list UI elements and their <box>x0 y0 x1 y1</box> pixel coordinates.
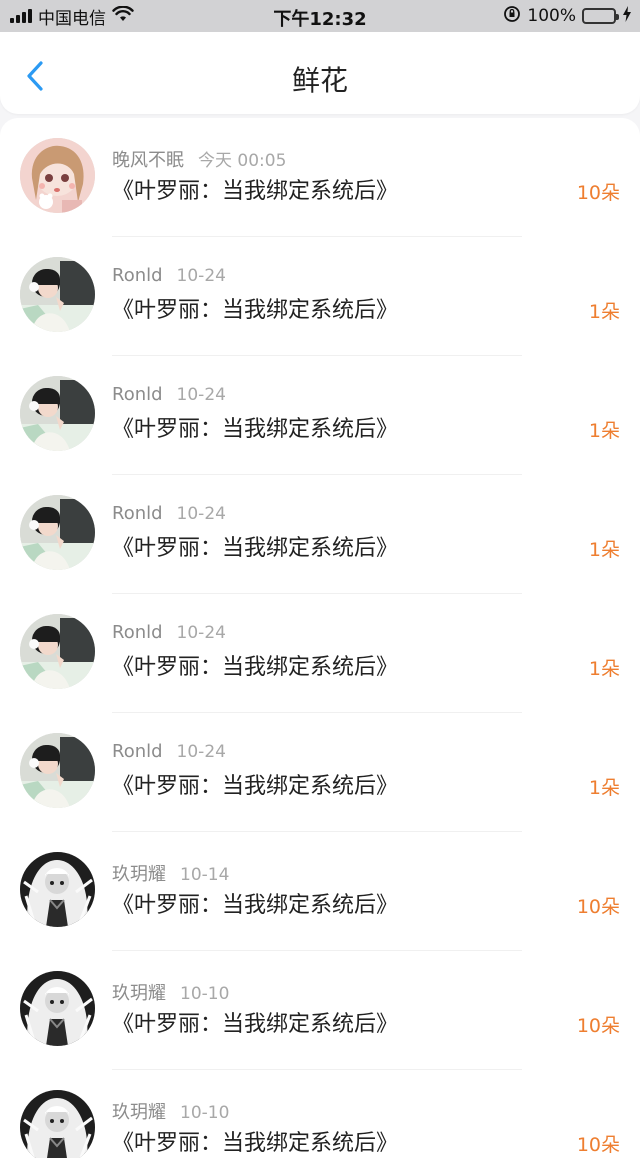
flower-amount: 1朵 <box>588 539 620 561</box>
user-name-text: Ronld <box>112 741 163 762</box>
book-title: 《叶罗丽：当我绑定系统后》 <box>112 179 399 204</box>
list-item[interactable]: 晚风不眠 今天 00:05 《叶罗丽：当我绑定系统后》 10朵 <box>0 118 640 237</box>
status-bar: 中国电信 下午12:32 100% <box>0 0 640 32</box>
avatar[interactable] <box>20 852 95 927</box>
gift-date: 10-24 <box>176 385 226 405</box>
avatar[interactable] <box>20 257 95 332</box>
gift-date: 10-14 <box>180 865 230 885</box>
book-title: 《叶罗丽：当我绑定系统后》 <box>112 1012 399 1037</box>
book-title: 《叶罗丽：当我绑定系统后》 <box>112 536 399 561</box>
user-name-text: 晚风不眠 <box>112 150 184 171</box>
user-name-text: 玖玥耀 <box>112 1102 166 1123</box>
gift-date: 10-10 <box>180 984 230 1004</box>
flower-amount: 1朵 <box>588 658 620 680</box>
user-name-text: 玖玥耀 <box>112 864 166 885</box>
list-item[interactable]: Ronld 10-24 《叶罗丽：当我绑定系统后》 1朵 <box>0 713 640 832</box>
list-item[interactable]: 玖玥耀 10-14 《叶罗丽：当我绑定系统后》 10朵 <box>0 832 640 951</box>
list-item[interactable]: 玖玥耀 10-10 《叶罗丽：当我绑定系统后》 10朵 <box>0 1070 640 1158</box>
gift-date: 10-24 <box>176 504 226 524</box>
avatar[interactable] <box>20 614 95 689</box>
avatar[interactable] <box>20 138 95 213</box>
user-name: Ronld 10-24 <box>112 503 226 524</box>
avatar[interactable] <box>20 376 95 451</box>
user-name: 玖玥耀 10-10 <box>112 979 229 1005</box>
gift-date: 10-24 <box>176 742 226 762</box>
user-name: Ronld 10-24 <box>112 265 226 286</box>
flower-amount: 1朵 <box>588 301 620 323</box>
gift-date: 今天 00:05 <box>198 151 287 171</box>
battery-icon <box>582 8 619 24</box>
charging-icon <box>622 5 632 27</box>
list-item[interactable]: Ronld 10-24 《叶罗丽：当我绑定系统后》 1朵 <box>0 594 640 713</box>
book-title: 《叶罗丽：当我绑定系统后》 <box>112 298 399 323</box>
user-name: 晚风不眠 今天 00:05 <box>112 146 286 172</box>
user-name: 玖玥耀 10-10 <box>112 1098 229 1124</box>
flower-amount: 1朵 <box>588 420 620 442</box>
list-item[interactable]: Ronld 10-24 《叶罗丽：当我绑定系统后》 1朵 <box>0 475 640 594</box>
page-title: 鲜花 <box>291 64 348 97</box>
user-name: Ronld 10-24 <box>112 384 226 405</box>
flower-amount: 10朵 <box>576 1015 620 1037</box>
gift-date: 10-24 <box>176 266 226 286</box>
book-title: 《叶罗丽：当我绑定系统后》 <box>112 655 399 680</box>
user-name-text: Ronld <box>112 503 163 524</box>
user-name: 玖玥耀 10-14 <box>112 860 229 886</box>
avatar[interactable] <box>20 495 95 570</box>
orientation-lock-icon <box>503 5 521 28</box>
gift-date: 10-24 <box>176 623 226 643</box>
book-title: 《叶罗丽：当我绑定系统后》 <box>112 893 399 918</box>
battery-percent: 100% <box>527 6 576 26</box>
list-item[interactable]: 玖玥耀 10-10 《叶罗丽：当我绑定系统后》 10朵 <box>0 951 640 1070</box>
flower-record-list: 晚风不眠 今天 00:05 《叶罗丽：当我绑定系统后》 10朵 Ronld 10-24 《叶… <box>0 118 640 1158</box>
flower-amount: 1朵 <box>588 777 620 799</box>
flower-amount: 10朵 <box>576 1134 620 1156</box>
user-name-text: Ronld <box>112 384 163 405</box>
user-name: Ronld 10-24 <box>112 622 226 643</box>
navigation-bar: 鲜花 <box>0 32 640 114</box>
list-item[interactable]: Ronld 10-24 《叶罗丽：当我绑定系统后》 1朵 <box>0 237 640 356</box>
avatar[interactable] <box>20 971 95 1046</box>
book-title: 《叶罗丽：当我绑定系统后》 <box>112 1131 399 1156</box>
user-name-text: Ronld <box>112 265 163 286</box>
gift-date: 10-10 <box>180 1103 230 1123</box>
avatar[interactable] <box>20 733 95 808</box>
book-title: 《叶罗丽：当我绑定系统后》 <box>112 774 399 799</box>
user-name: Ronld 10-24 <box>112 741 226 762</box>
user-name-text: 玖玥耀 <box>112 983 166 1004</box>
avatar[interactable] <box>20 1090 95 1158</box>
user-name-text: Ronld <box>112 622 163 643</box>
flower-amount: 10朵 <box>576 896 620 918</box>
status-right: 100% <box>503 0 632 32</box>
list-item[interactable]: Ronld 10-24 《叶罗丽：当我绑定系统后》 1朵 <box>0 356 640 475</box>
flower-amount: 10朵 <box>576 182 620 204</box>
book-title: 《叶罗丽：当我绑定系统后》 <box>112 417 399 442</box>
